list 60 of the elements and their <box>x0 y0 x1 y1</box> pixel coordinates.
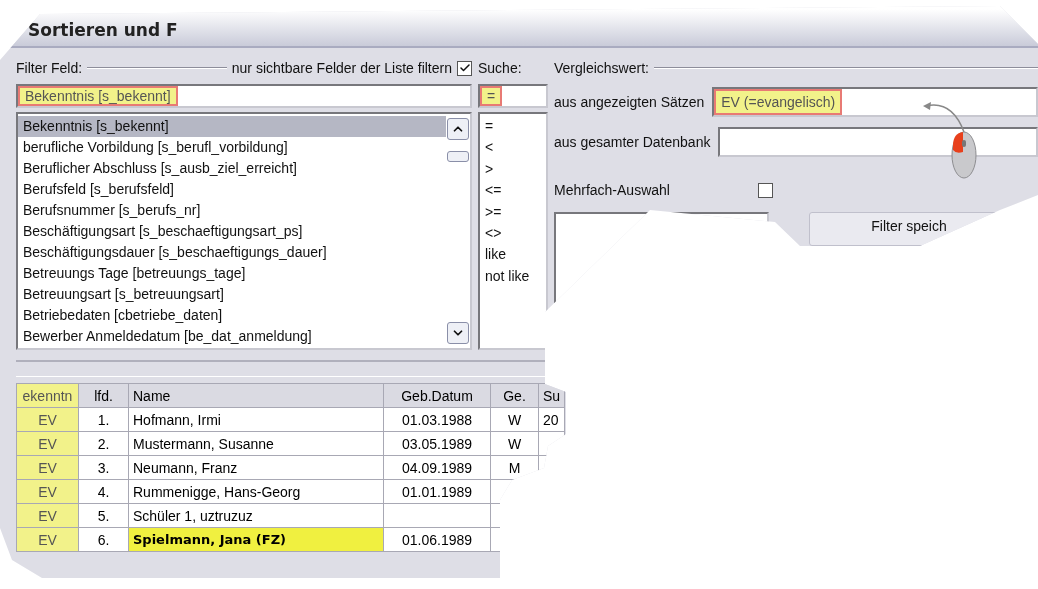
column-header[interactable]: ekenntn <box>16 383 79 408</box>
column-header[interactable]: Ge. <box>490 383 539 408</box>
scroll-thumb[interactable] <box>447 150 469 162</box>
input-field[interactable] <box>718 127 1038 157</box>
list-item[interactable]: Beruflicher Abschluss [s_ausb_ziel_erreicht] <box>18 158 446 179</box>
list-item[interactable]: Bewerber Anmeldedatum [be_dat_anmeldung] <box>18 326 446 347</box>
table-cell: Hofmann, Irmi <box>128 407 384 432</box>
table-cell: Neumann, Franz <box>128 455 384 480</box>
column-header[interactable]: Su <box>538 383 565 408</box>
list-item[interactable]: Betriebedaten [cbetriebe_daten] <box>18 305 446 326</box>
group-label: Vergleichswert: <box>554 60 649 76</box>
list-item[interactable]: not like <box>480 265 546 288</box>
operator-field[interactable]: = <box>478 84 548 108</box>
list-item[interactable]: Berufsnummer [s_berufs_nr] <box>18 200 446 221</box>
table-cell: 01.01.1989 <box>383 479 491 504</box>
value-field[interactable]: EV (=evangelisch) <box>712 87 1038 117</box>
table-cell: 04.09.1989 <box>383 455 491 480</box>
group-label: Filter Feld: <box>16 60 83 76</box>
table-cell: EV <box>16 503 79 528</box>
table-cell: 01.03.1988 <box>383 407 491 432</box>
checkbox[interactable] <box>758 182 773 198</box>
table-cell: Spielmann, Jana (FZ) <box>128 527 384 552</box>
list-item[interactable]: like <box>480 244 546 266</box>
list-item[interactable]: > <box>480 158 546 181</box>
window-title: Sortieren und F <box>28 20 178 40</box>
table-cell: 01.06.1989 <box>383 527 491 552</box>
list-item[interactable]: >= <box>480 201 546 223</box>
list-item[interactable]: Beschäftigungsart [s_beschaeftigungsart_ps] <box>18 221 446 242</box>
mouse-icon <box>950 130 978 180</box>
table-cell: Mustermann, Susanne <box>128 431 384 456</box>
list-item[interactable]: Beschäftigungsdauer [s_beschaeftigungs_dauer] <box>18 242 446 263</box>
scroll-up-button[interactable] <box>447 118 469 140</box>
table-cell: Rummenigge, Hans-Georg <box>128 479 384 504</box>
field-select[interactable]: Bekenntnis [s_bekennt] <box>16 84 472 108</box>
list-item[interactable]: Betreuungsart [s_betreuungsart] <box>18 284 446 305</box>
table-cell: EV <box>16 527 79 552</box>
checkbox-label: nur sichtbare Felder der Liste filtern <box>231 60 452 76</box>
table-cell: EV <box>16 407 79 432</box>
column-header[interactable]: Name <box>128 383 384 408</box>
list-item[interactable]: <= <box>480 180 546 202</box>
table-cell: Schüler 1, uztruzuz <box>128 503 384 528</box>
column-header[interactable]: lfd. <box>78 383 129 408</box>
table-cell: EV <box>16 479 79 504</box>
column-header[interactable]: Geb.Datum <box>383 383 491 408</box>
table-cell: EV <box>16 455 79 480</box>
field-label: aus angezeigten Sätzen <box>554 94 705 110</box>
group-label: Suche: <box>478 60 522 76</box>
list-item[interactable]: Bekenntnis [s_bekennt] <box>18 116 446 137</box>
list-item[interactable]: = <box>480 116 546 138</box>
list-item[interactable]: <> <box>480 222 546 245</box>
table-cell: 03.05.1989 <box>383 431 491 456</box>
field-label: aus gesamter Datenbank <box>554 134 711 150</box>
scroll-down-button[interactable] <box>447 322 469 344</box>
list-item[interactable]: < <box>480 137 546 159</box>
checkbox-label: Mehrfach-Auswahl <box>554 182 671 198</box>
checkbox[interactable] <box>457 60 472 76</box>
list-item[interactable]: Betreuungs Tage [betreuungs_tage] <box>18 263 446 284</box>
list-item[interactable]: Berufsfeld [s_berufsfeld] <box>18 179 446 200</box>
list-item[interactable]: berufliche Vorbildung [s_berufl_vorbildung] <box>18 137 446 158</box>
table-cell: EV <box>16 431 79 456</box>
